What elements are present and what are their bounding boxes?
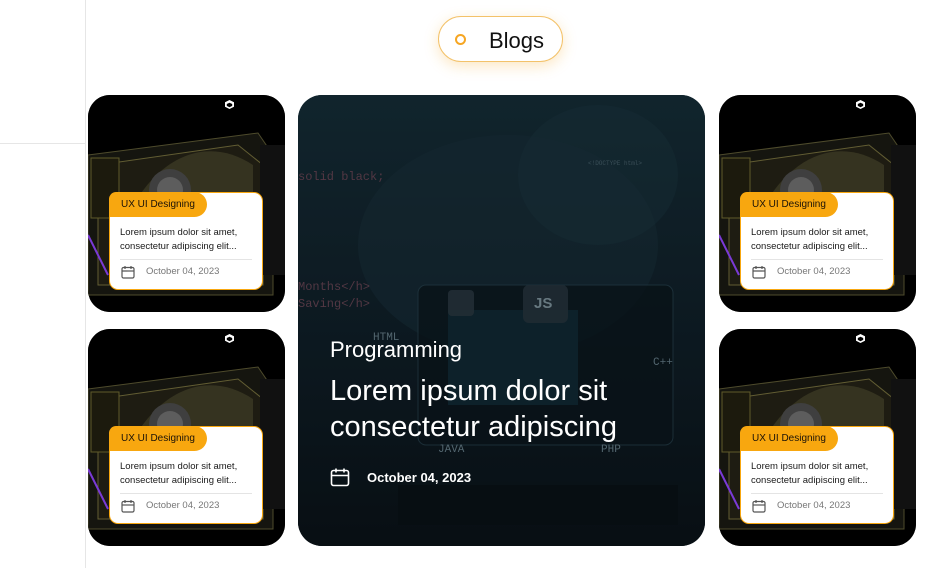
left-rail-line: [0, 143, 85, 144]
card-date: October 04, 2023: [146, 266, 220, 277]
calendar-icon: [752, 500, 766, 513]
card-divider: [751, 259, 883, 260]
card-divider: [120, 493, 252, 494]
left-rail-divider: [85, 0, 86, 568]
section-title: Blogs: [489, 28, 545, 53]
card-date: October 04, 2023: [777, 500, 851, 511]
cube-icon: [225, 100, 234, 109]
calendar-icon: [121, 266, 135, 279]
featured-category[interactable]: Programming: [330, 337, 462, 363]
card-divider: [751, 493, 883, 494]
calendar-icon: [121, 500, 135, 513]
card-tag[interactable]: UX UI Designing: [740, 426, 838, 451]
calendar-icon: [752, 266, 766, 279]
featured-date: October 04, 2023: [367, 470, 472, 485]
card-description[interactable]: Lorem ipsum dolor sit amet, consectetur …: [120, 460, 258, 488]
card-description[interactable]: Lorem ipsum dolor sit amet, consectetur …: [120, 226, 258, 254]
card-tag[interactable]: UX UI Designing: [109, 426, 207, 451]
section-heading-pill: Blogs: [438, 16, 563, 62]
blog-card[interactable]: UX UI Designing Lorem ipsum dolor sit am…: [719, 329, 916, 546]
featured-title[interactable]: Lorem ipsum dolor sit consectetur adipis…: [330, 373, 690, 445]
status-dot-icon: [455, 34, 466, 45]
card-divider: [120, 259, 252, 260]
feature-background: JS HTML JAVA PHP C++ solid black; Months…: [298, 95, 705, 546]
calendar-icon: [330, 468, 350, 487]
card-date: October 04, 2023: [777, 266, 851, 277]
featured-blog-card[interactable]: JS HTML JAVA PHP C++ solid black; Months…: [298, 95, 705, 546]
card-date: October 04, 2023: [146, 500, 220, 511]
cube-icon: [856, 334, 865, 343]
blog-card[interactable]: UX UI Designing Lorem ipsum dolor sit am…: [88, 329, 285, 546]
cube-icon: [225, 334, 234, 343]
card-description[interactable]: Lorem ipsum dolor sit amet, consectetur …: [751, 226, 889, 254]
blog-card[interactable]: UX UI Designing Lorem ipsum dolor sit am…: [88, 95, 285, 312]
card-tag[interactable]: UX UI Designing: [740, 192, 838, 217]
card-tag[interactable]: UX UI Designing: [109, 192, 207, 217]
card-description[interactable]: Lorem ipsum dolor sit amet, consectetur …: [751, 460, 889, 488]
blog-card[interactable]: UX UI Designing Lorem ipsum dolor sit am…: [719, 95, 916, 312]
cube-icon: [856, 100, 865, 109]
